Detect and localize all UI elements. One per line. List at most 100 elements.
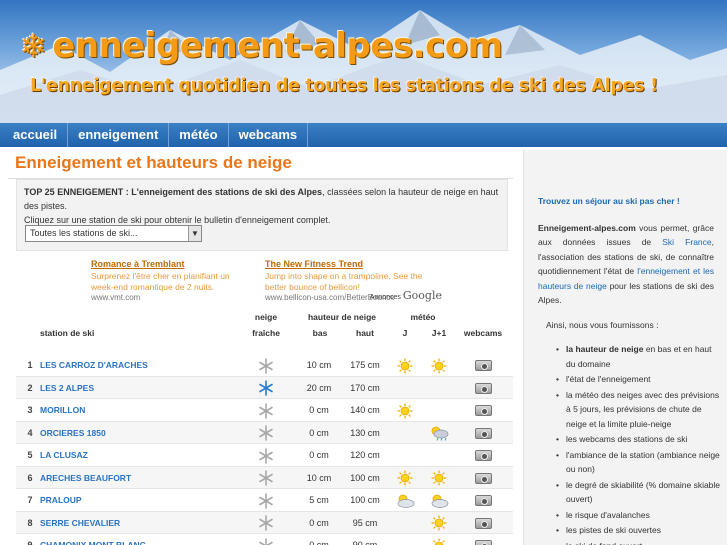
table-header: neige fraîche hauteur de neige bas haut …: [16, 308, 513, 346]
nav-meteo[interactable]: météo: [169, 123, 229, 147]
depth-low: 5 cm: [309, 495, 329, 505]
snow-depth-table: neige fraîche hauteur de neige bas haut …: [16, 308, 513, 545]
camera-icon[interactable]: [474, 472, 492, 484]
table-row[interactable]: 2 LES 2 ALPES 20 cm 170 cm: [16, 376, 513, 399]
sidebar-list-item: le degré de skiabilité (% domaine skiabl…: [556, 478, 721, 507]
webcam-cell[interactable]: [471, 489, 495, 511]
header-day-j1: J+1: [431, 328, 447, 338]
fresh-snow-cell: [256, 489, 276, 511]
chevron-down-icon: ▼: [188, 226, 201, 241]
header-snow-depth: hauteur de neige: [307, 312, 376, 322]
station-link[interactable]: LA CLUSAZ: [40, 444, 88, 466]
intro-text: TOP 25 ENNEIGEMENT : L'enneigement des s…: [24, 187, 499, 211]
table-row[interactable]: 1 LES CARROZ D'ARACHES 10 cm 175 cm: [16, 354, 513, 377]
sun-icon: [431, 358, 447, 374]
camera-icon[interactable]: [474, 405, 492, 417]
station-select[interactable]: Toutes les stations de ski... ▼: [25, 225, 202, 242]
depth-low: 0 cm: [309, 427, 329, 438]
station-link[interactable]: ORCIERES 1850: [40, 422, 106, 444]
rank: 7: [27, 495, 33, 505]
camera-icon[interactable]: [474, 540, 492, 545]
nav-enneigement[interactable]: enneigement: [68, 123, 170, 147]
sidebar-list-item: la météo des neiges avec des prévisions …: [556, 388, 721, 432]
webcam-cell[interactable]: [471, 354, 495, 376]
table-row[interactable]: 7 PRALOUP 5 cm 100 cm: [16, 489, 513, 512]
weather-j1: [426, 399, 452, 421]
station-link[interactable]: CHAMONIX MONT-BLANC: [40, 534, 146, 545]
webcam-cell[interactable]: [471, 399, 495, 421]
camera-icon[interactable]: [474, 382, 492, 394]
station-link[interactable]: LES CARROZ D'ARACHES: [40, 354, 148, 376]
station-link[interactable]: ARECHES BEAUFORT: [40, 467, 131, 489]
sidebar-feature-list: la hauteur de neige en bas et en haut du…: [556, 342, 721, 545]
weather-j: [394, 354, 416, 376]
main-navigation: accueil enneigement météo webcams: [0, 123, 727, 147]
nav-accueil[interactable]: accueil: [3, 123, 69, 147]
partly-cloudy-icon: [431, 494, 449, 508]
weather-j: [394, 489, 416, 511]
depth-low: 0 cm: [309, 540, 329, 545]
depth-low: 0 cm: [309, 517, 329, 528]
table-row[interactable]: 5 LA CLUSAZ 0 cm 120 cm: [16, 444, 513, 467]
snowflake-logo-icon: ❄: [20, 27, 47, 65]
ad-1[interactable]: Romance à Tremblant Surprenez l'être che…: [91, 259, 251, 303]
depth-high: 120 cm: [350, 450, 380, 460]
site-title[interactable]: ❄ enneigement-alpes.com: [20, 26, 503, 66]
snowflake-icon: [259, 380, 273, 396]
sidebar-list-item: l'ambiance de la station (ambiance neige…: [556, 448, 721, 477]
camera-icon[interactable]: [474, 517, 492, 529]
snowflake-icon: [259, 402, 273, 419]
table-row[interactable]: 6 ARECHES BEAUFORT 10 cm 100 cm: [16, 466, 513, 489]
table-row[interactable]: 4 ORCIERES 1850 0 cm 130 cm: [16, 421, 513, 444]
nav-webcams[interactable]: webcams: [229, 123, 309, 147]
depth-high: 130 cm: [350, 427, 380, 438]
fresh-snow-cell: [256, 377, 276, 399]
table-body: 1 LES CARROZ D'ARACHES 10 cm 175 cm 2 LE…: [16, 354, 513, 545]
webcam-cell[interactable]: [471, 534, 495, 545]
header-weather: météo: [410, 312, 436, 322]
depth-low: 10 cm: [306, 360, 332, 370]
station-link[interactable]: PRALOUP: [40, 489, 82, 511]
camera-icon[interactable]: [474, 360, 492, 372]
station-link[interactable]: SERRE CHEVALIER: [40, 512, 120, 534]
ad-title[interactable]: Romance à Tremblant: [91, 259, 251, 269]
partly-cloudy-icon: [397, 494, 415, 508]
depth-high: 140 cm: [350, 405, 380, 415]
station-link[interactable]: MORILLON: [40, 399, 85, 421]
header-high: haut: [356, 328, 374, 338]
snowflake-icon: [259, 537, 273, 545]
rank: 3: [27, 405, 33, 415]
camera-icon[interactable]: [474, 450, 492, 462]
weather-j: [394, 377, 416, 399]
ad-title[interactable]: The New Fitness Trend: [265, 259, 425, 269]
link-ski-france[interactable]: Ski France: [662, 237, 711, 247]
weather-j: [394, 512, 416, 534]
ads-by-google[interactable]: Annonces Google: [370, 289, 442, 302]
webcam-cell[interactable]: [471, 444, 495, 466]
webcam-cell[interactable]: [471, 512, 495, 534]
header-station: station de ski: [40, 328, 95, 338]
station-link[interactable]: LES 2 ALPES: [40, 377, 94, 399]
table-row[interactable]: 9 CHAMONIX MONT-BLANC 0 cm 90 cm: [16, 534, 513, 545]
fresh-snow-cell: [256, 399, 276, 421]
webcam-cell[interactable]: [471, 467, 495, 489]
site-header: ❄ enneigement-alpes.com L'enneigement quo…: [0, 0, 727, 123]
camera-icon[interactable]: [474, 427, 492, 439]
ad-block: Romance à Tremblant Surprenez l'être che…: [91, 259, 451, 303]
sidebar-heading[interactable]: Trouvez un séjour au ski pas cher !: [538, 194, 727, 209]
table-row[interactable]: 8 SERRE CHEVALIER 0 cm 95 cm: [16, 511, 513, 534]
camera-icon[interactable]: [474, 495, 492, 507]
webcam-cell[interactable]: [471, 377, 495, 399]
page-title: Enneigement et hauteurs de neige: [15, 153, 292, 172]
snowflake-icon: [259, 447, 273, 464]
rank: 4: [27, 427, 33, 438]
weather-j1: [426, 377, 452, 399]
webcam-cell[interactable]: [471, 422, 495, 444]
depth-high: 100 cm: [350, 495, 380, 505]
ad-url: www.vmt.com: [91, 293, 141, 302]
weather-j1: [426, 467, 452, 489]
sun-icon: [397, 358, 413, 374]
ad-text: Surprenez l'être cher en planifiant un w…: [91, 271, 230, 292]
table-row[interactable]: 3 MORILLON 0 cm 140 cm: [16, 399, 513, 422]
right-sidebar: Trouvez un séjour au ski pas cher ! Enne…: [523, 150, 727, 545]
